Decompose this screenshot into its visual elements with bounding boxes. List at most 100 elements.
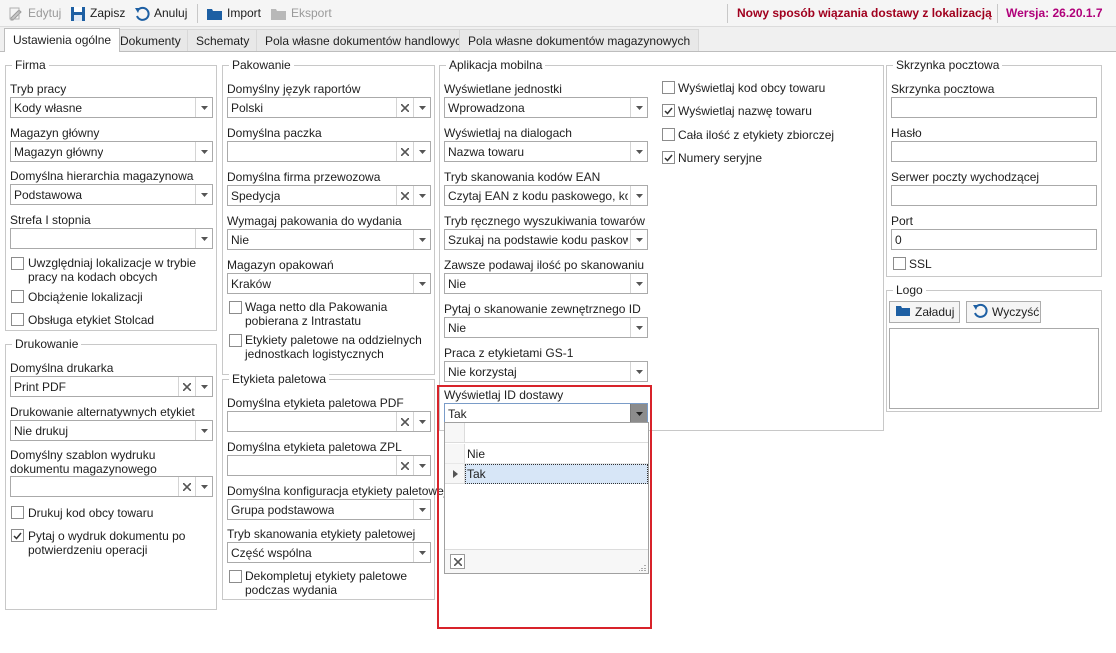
chevron-down-icon[interactable] [195,185,212,204]
tab-custom-fields-warehouse[interactable]: Pola własne dokumentów magazynowych [459,29,700,51]
ean-mode-select[interactable]: Czytaj EAN z kodu paskowego, kod... [444,185,648,206]
quantity-after-scan-label: Zawsze podawaj ilość po skanowaniu [444,258,645,272]
password-input[interactable] [891,141,1097,162]
tab-schemas[interactable]: Schematy [187,29,259,51]
clear-icon[interactable] [450,554,465,569]
manual-search-select[interactable]: Szukaj na podstawie kodu paskowe... [444,229,648,250]
clear-icon[interactable] [178,477,195,496]
option-label: Tak [467,467,486,481]
location-load-checkbox[interactable] [11,290,24,303]
zpl-label-select[interactable] [227,455,431,476]
report-language-select[interactable]: Polski [227,97,431,118]
clear-icon[interactable] [396,412,413,431]
edit-label: Edytuj [28,6,62,20]
delivery-id-select[interactable]: Tak [444,403,648,424]
ssl-checkbox[interactable] [893,257,906,270]
list-item[interactable]: Nie [445,444,648,464]
chevron-down-icon[interactable] [630,186,647,205]
quantity-after-scan-select[interactable]: Nie [444,273,648,294]
require-packing-select[interactable]: Nie [227,229,431,250]
chevron-down-icon[interactable] [413,98,430,117]
clear-logo-button[interactable]: Wyczyść [966,301,1041,323]
chevron-down-icon[interactable] [195,377,212,396]
chevron-down-icon[interactable] [413,274,430,293]
tab-general-settings[interactable]: Ustawienia ogólne [4,28,121,52]
decomplete-checkbox[interactable] [229,570,242,583]
label-scan-mode-label: Tryb skanowania etykiety paletowej [227,527,416,541]
chevron-down-icon[interactable] [413,543,430,562]
chevron-down-icon[interactable] [413,412,430,431]
chevron-down-icon[interactable] [630,318,647,337]
serial-numbers-checkbox[interactable] [662,151,675,164]
label-scan-mode-select[interactable]: Część wspólna [227,542,431,563]
folder-icon [206,6,223,21]
external-id-select[interactable]: Nie [444,317,648,338]
clear-icon[interactable] [178,377,195,396]
gs1-select[interactable]: Nie korzystaj [444,361,648,382]
smtp-server-input[interactable] [891,185,1097,206]
export-button[interactable]: Eksport [270,4,332,23]
import-button[interactable]: Import [206,4,261,23]
main-warehouse-select[interactable]: Magazyn główny [10,141,213,162]
dialogs-select[interactable]: Nazwa towaru [444,141,648,162]
net-weight-checkbox[interactable] [229,301,242,314]
clear-icon[interactable] [396,142,413,161]
chevron-down-icon[interactable] [413,500,430,519]
whole-quantity-checkbox[interactable] [662,128,675,141]
toolbar-separator [727,4,728,23]
chevron-down-icon[interactable] [195,142,212,161]
carrier-select[interactable]: Spedycja [227,185,431,206]
mailbox-input[interactable] [891,97,1097,118]
printer-label: Domyślna drukarka [10,361,114,375]
chevron-down-icon[interactable] [630,230,647,249]
chevron-down-icon[interactable] [195,477,212,496]
chevron-down-icon[interactable] [195,98,212,117]
clear-icon[interactable] [396,186,413,205]
pdf-label-label: Domyślna etykieta paletowa PDF [227,396,404,410]
locations-foreign-codes-checkbox[interactable] [11,257,24,270]
pallet-labels-units-checkbox[interactable] [229,334,242,347]
chevron-down-icon[interactable] [413,456,430,475]
chevron-down-icon[interactable] [195,421,212,440]
zone-select[interactable] [10,228,213,249]
printer-select[interactable]: Print PDF [10,376,213,397]
package-select[interactable] [227,141,431,162]
work-mode-select[interactable]: Kody własne [10,97,213,118]
print-foreign-code-checkbox[interactable] [11,506,24,519]
save-label: Zapisz [90,6,126,20]
packaging-warehouse-select[interactable]: Kraków [227,273,431,294]
chevron-down-icon[interactable] [630,362,647,381]
list-item-selected[interactable]: Tak [445,464,648,484]
label-config-select[interactable]: Grupa podstawowa [227,499,431,520]
pallet-labels-units-label: Etykiety paletowe na oddzielnych jednost… [245,333,422,361]
chevron-down-icon[interactable] [630,98,647,117]
clear-icon[interactable] [396,456,413,475]
edit-button[interactable]: Edytuj [8,4,61,23]
ask-print-checkbox[interactable] [11,529,24,542]
alt-labels-select[interactable]: Nie drukuj [10,420,213,441]
cancel-button[interactable]: Anuluj [134,4,187,23]
delivery-id-dropdown-list: Nie Tak [444,422,649,574]
load-logo-button[interactable]: Załaduj [889,301,960,323]
print-template-select[interactable] [10,476,213,497]
tab-documents[interactable]: Dokumenty [111,29,190,51]
chevron-down-icon[interactable] [195,229,212,248]
ean-mode-label: Tryb skanowania kodów EAN [444,170,601,184]
units-select[interactable]: Wprowadzona [444,97,648,118]
stolcad-labels-checkbox[interactable] [11,313,24,326]
chevron-down-icon[interactable] [413,230,430,249]
tab-custom-fields-trade[interactable]: Pola własne dokumentów handlowych [256,29,477,51]
chevron-down-icon[interactable] [413,186,430,205]
save-button[interactable]: Zapisz [70,4,125,23]
clear-icon[interactable] [396,98,413,117]
show-foreign-code-checkbox[interactable] [662,81,675,94]
hierarchy-select[interactable]: Podstawowa [10,184,213,205]
chevron-down-icon[interactable] [630,142,647,161]
chevron-down-icon[interactable] [630,404,647,423]
manual-search-label: Tryb ręcznego wyszukiwania towarów [444,214,645,228]
show-item-name-checkbox[interactable] [662,104,675,117]
port-input[interactable]: 0 [891,229,1097,250]
chevron-down-icon[interactable] [413,142,430,161]
chevron-down-icon[interactable] [630,274,647,293]
pdf-label-select[interactable] [227,411,431,432]
